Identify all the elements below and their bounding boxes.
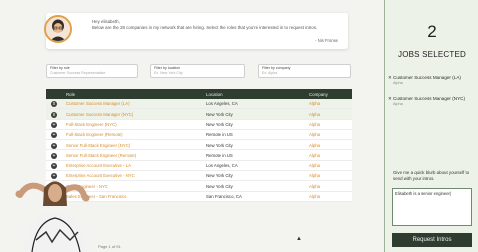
message-body: Below are the 28 companies in my network…: [92, 25, 318, 30]
table-row[interactable]: x Customer Success Manager (NYC) New York …: [46, 109, 352, 120]
row-location: New York City: [206, 142, 233, 148]
row-location: New York City: [206, 173, 233, 179]
table-row[interactable]: + Senior Full-Stack Engineer (NYC) New Yor…: [46, 140, 352, 151]
row-role: Customer Success Manager (NYC): [66, 111, 134, 117]
selected-job[interactable]: ✕ Customer Success Manager (NYC) Alpha: [388, 96, 477, 106]
selected-job-company: Alpha: [393, 81, 403, 85]
row-location: Remote in US: [206, 132, 233, 138]
row-company: Alpha: [309, 101, 320, 107]
row-company: Alpha: [309, 121, 320, 127]
row-role: Enterprise Account Executive - LA: [66, 163, 131, 169]
row-role: Full-Stack Engineer (NYC): [66, 121, 117, 127]
company-filter-label: Filter by company: [262, 66, 291, 70]
row-role: Senior Full-Stack Engineer (NYC): [66, 142, 131, 148]
role-filter[interactable]: Filter by role Customer Success Represen…: [46, 64, 138, 78]
table-row[interactable]: + Full-Stack Engineer (Remote) Remote in U…: [46, 129, 352, 141]
column-location: Location: [206, 91, 223, 97]
company-filter[interactable]: Filter by company Ex. Alpha: [258, 64, 351, 78]
remove-icon[interactable]: x: [51, 101, 57, 108]
selected-job-company: Alpha: [393, 102, 403, 106]
row-location: New York City: [206, 111, 233, 117]
signature: - Nis Fronse: [315, 38, 338, 43]
row-company: Alpha: [309, 194, 320, 200]
row-role: Full-Stack Engineer (Remote): [66, 132, 123, 138]
row-location: San Francisco, CA: [206, 194, 242, 200]
column-role: Role: [66, 91, 76, 97]
remove-icon[interactable]: ✕: [388, 96, 392, 102]
avatar: [44, 15, 72, 43]
add-icon[interactable]: +: [51, 132, 57, 139]
person-gif: [0, 170, 115, 252]
message-text: Hey elisabeth, Below are the 28 companie…: [92, 19, 317, 31]
column-company: Company: [309, 91, 328, 97]
table-row[interactable]: x Customer Success Manager (LA) Los Angele…: [46, 99, 352, 110]
blurb-prompt: Give me a quick blurb about yourself to …: [393, 170, 470, 181]
row-role: Customer Success Manager (LA): [66, 101, 130, 107]
add-icon[interactable]: +: [51, 121, 57, 128]
add-icon[interactable]: +: [51, 142, 57, 149]
table-row[interactable]: + Full-Stack Engineer (NYC) New York City A…: [46, 119, 352, 130]
remove-icon[interactable]: ✕: [388, 75, 392, 81]
row-location: Los Angeles, CA: [206, 101, 238, 107]
selected-count: 2: [427, 22, 437, 41]
row-location: Remote in US: [206, 152, 233, 158]
row-company: Alpha: [309, 111, 320, 117]
location-filter-placeholder: Ex. New York City: [154, 71, 183, 75]
row-location: New York City: [206, 121, 233, 127]
table-row[interactable]: + Senior Full-Stack Engineer (Remote) Remo…: [46, 150, 352, 161]
role-filter-placeholder: Customer Success Representative: [50, 71, 106, 75]
pagination[interactable]: Page 1 of 91: [98, 244, 121, 249]
location-filter[interactable]: Filter by location Ex. New York City: [150, 64, 245, 78]
intro-message-card: Hey elisabeth, Below are the 28 companie…: [44, 13, 348, 49]
location-filter-label: Filter by location: [154, 66, 181, 70]
row-company: Alpha: [309, 173, 320, 179]
selection-sidebar: 2 JOBS SELECTED ✕ Customer Success Manag…: [384, 0, 478, 252]
row-company: Alpha: [309, 142, 320, 148]
row-location: New York City: [206, 183, 233, 189]
row-company: Alpha: [309, 152, 320, 158]
row-role: Senior Full-Stack Engineer (Remote): [66, 152, 137, 158]
row-company: Alpha: [309, 183, 320, 189]
selected-job[interactable]: ✕ Customer Success Manager (LA) Alpha: [388, 75, 477, 85]
add-icon[interactable]: +: [51, 163, 57, 170]
selected-job-title: Customer Success Manager (LA): [393, 75, 461, 80]
blurb-textarea[interactable]: Elisabeth is a senior engineer|: [392, 188, 472, 226]
request-intros-button[interactable]: Request Intros: [392, 233, 472, 247]
main-panel: Hey elisabeth, Below are the 28 companie…: [0, 0, 384, 252]
remove-icon[interactable]: x: [51, 111, 57, 118]
row-location: Los Angeles, CA: [206, 163, 238, 169]
row-company: Alpha: [309, 132, 320, 138]
table-header: Role Location Company: [46, 89, 352, 99]
row-company: Alpha: [309, 163, 320, 169]
selected-job-title: Customer Success Manager (NYC): [393, 96, 465, 101]
selected-title: JOBS SELECTED: [398, 50, 466, 59]
company-filter-placeholder: Ex. Alpha: [262, 71, 278, 75]
role-filter-label: Filter by role: [50, 66, 70, 70]
mouse-cursor-icon: ▲: [296, 236, 302, 242]
add-icon[interactable]: +: [51, 152, 57, 159]
